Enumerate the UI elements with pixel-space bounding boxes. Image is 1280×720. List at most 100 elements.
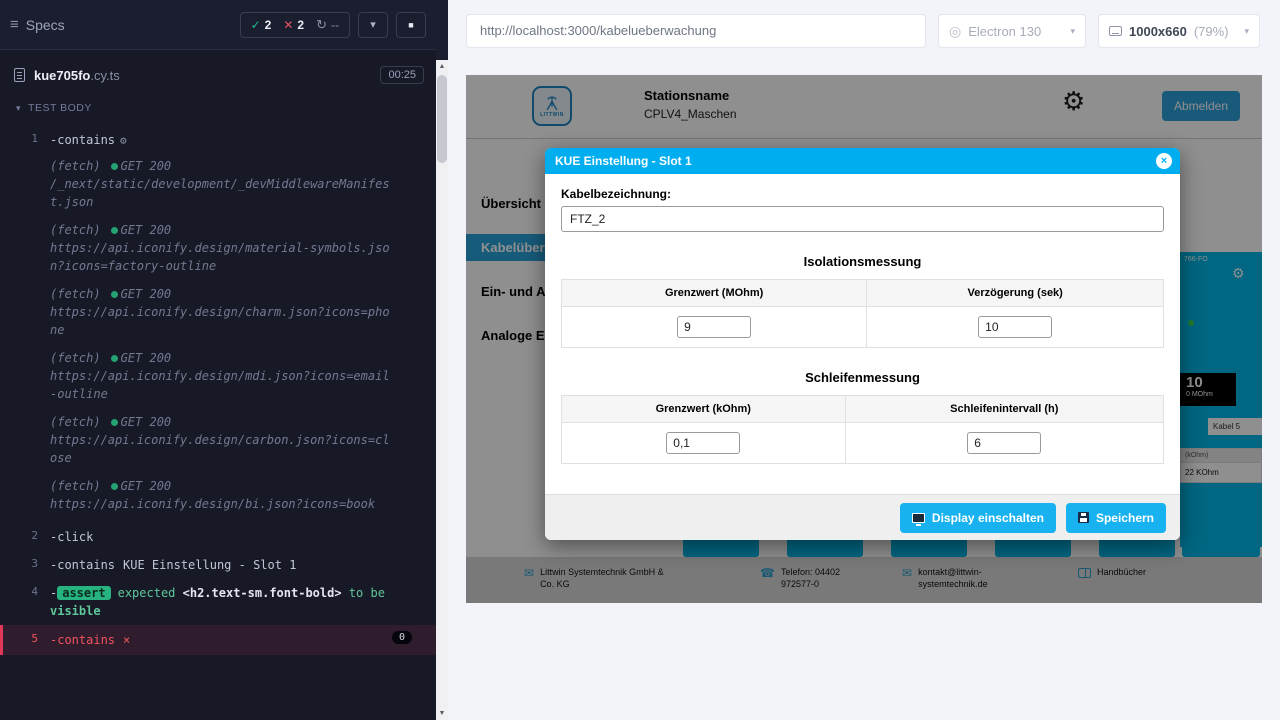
check-icon: ✓ <box>251 18 261 32</box>
fetch-url: https://api.iconify.design/material-symb… <box>50 239 395 275</box>
col-verzoegerung: Verzögerung (sek) <box>867 280 1164 307</box>
command-number <box>0 221 50 275</box>
save-button-label: Speichern <box>1096 511 1154 525</box>
command-number: 5 <box>3 631 50 645</box>
grenzwert-mohm-input[interactable] <box>677 316 751 338</box>
fetch-label: (fetch) <box>50 287 101 301</box>
spec-ext: .cy.ts <box>90 68 119 83</box>
command-number: 3 <box>0 556 50 570</box>
kabelbezeichnung-label: Kabelbezeichnung: <box>561 187 1164 201</box>
close-icon[interactable]: × <box>1156 153 1172 169</box>
kue-settings-modal: KUE Einstellung - Slot 1 × Kabelbezeichn… <box>545 148 1180 540</box>
fetch-status: GET 200 <box>121 287 172 301</box>
scrollbar-thumb[interactable] <box>437 75 447 163</box>
assert-expected: expected <box>118 586 176 600</box>
fetch-log-row[interactable]: (fetch)GET 200 https://api.iconify.desig… <box>0 413 436 467</box>
fetch-url: /_next/static/development/_devMiddleware… <box>50 175 395 211</box>
modal-title: KUE Einstellung - Slot 1 <box>555 154 692 168</box>
isolationsmessung-heading: Isolationsmessung <box>561 254 1164 269</box>
viewport-selector[interactable]: 1000x660 (79%) ▾ <box>1098 14 1260 48</box>
command-name: -contains <box>50 558 115 572</box>
spec-list-icon: ≡ <box>10 16 19 33</box>
test-body-toggle[interactable]: ▾ TEST BODY <box>0 94 436 122</box>
fetch-label: (fetch) <box>50 479 101 493</box>
spec-header[interactable]: kue705fo.cy.ts 00:25 <box>0 50 436 94</box>
grenzwert-kohm-input[interactable] <box>666 432 740 454</box>
schleifenintervall-input[interactable] <box>967 432 1041 454</box>
status-dot <box>111 291 118 298</box>
specs-label: Specs <box>26 17 65 33</box>
command-row-contains[interactable]: 1 -contains⚙ <box>0 126 436 155</box>
url-bar[interactable]: http://localhost:3000/kabelueberwachung <box>466 14 926 48</box>
fetch-status: GET 200 <box>121 223 172 237</box>
gear-icon: ⚙ <box>120 134 127 147</box>
fetch-log-row[interactable]: (fetch) GET 200 https://api.iconify.desig… <box>0 285 436 339</box>
pending-count: -- <box>331 18 339 32</box>
fetch-status: GET 200 <box>121 351 172 365</box>
browser-selector[interactable]: ◎ Electron 130 ▾ <box>938 14 1086 48</box>
fetch-status: GET 200 <box>121 415 172 429</box>
command-name: -click <box>50 530 93 544</box>
browser-name: Electron 130 <box>968 24 1041 39</box>
fetch-url: https://api.iconify.design/carbon.json?i… <box>50 431 395 467</box>
fail-x-icon: × <box>123 633 130 647</box>
command-row-assert[interactable]: 4 -assertexpected <h2.text-sm.font-bold>… <box>0 579 436 625</box>
reporter-scrollbar[interactable]: ▲ ▼ <box>436 60 448 720</box>
isolationsmessung-table: Grenzwert (MOhm) Verzögerung (sek) <box>561 279 1164 348</box>
command-row-click[interactable]: 2 -click <box>0 523 436 551</box>
retry-count-badge: 0 <box>392 631 412 644</box>
passed-count: 2 <box>265 18 272 32</box>
fetch-url: https://api.iconify.design/mdi.json?icon… <box>50 367 395 403</box>
pending-stat: ↻ -- <box>316 17 339 33</box>
electron-icon: ◎ <box>949 23 961 40</box>
fetch-log-row[interactable]: (fetch)GET 200 /_next/static/development… <box>0 157 436 211</box>
chevron-down-icon: ▾ <box>16 103 21 114</box>
assert-to-be: to be <box>349 586 385 600</box>
command-number <box>0 157 50 211</box>
scrollbar-cap <box>436 0 448 60</box>
schleifenmessung-heading: Schleifenmessung <box>561 370 1164 385</box>
assert-state: visible <box>50 604 101 618</box>
command-row-contains-failed[interactable]: 5 -contains × 0 <box>0 625 436 655</box>
refresh-icon: ↻ <box>316 17 327 33</box>
fetch-log-row[interactable]: (fetch)GET 200 https://api.iconify.desig… <box>0 349 436 403</box>
command-number: 2 <box>0 528 50 542</box>
viewport-size: 1000x660 <box>1129 24 1187 39</box>
failed-stat: ✕2 <box>283 18 304 32</box>
status-dot <box>111 355 118 362</box>
fetch-log-row[interactable]: (fetch)GET 200 https://api.iconify.desig… <box>0 477 436 513</box>
table-cell <box>562 307 867 348</box>
assert-target: <h2.text-sm.font-bold> <box>183 586 342 600</box>
specs-menu-button[interactable]: ≡ Specs <box>10 16 65 33</box>
fetch-url: https://api.iconify.design/bi.json?icons… <box>50 495 395 513</box>
reporter-header: ≡ Specs ✓ 2 ✕2 ↻ -- ▾ ■ <box>0 0 436 50</box>
stop-button[interactable]: ■ <box>396 12 426 38</box>
status-dot <box>111 419 118 426</box>
command-number <box>0 413 50 467</box>
command-number <box>0 285 50 339</box>
command-name: -contains <box>50 633 115 647</box>
display-einschalten-button[interactable]: Display einschalten <box>900 503 1056 533</box>
modal-footer: Display einschalten Speichern <box>545 494 1180 540</box>
table-cell <box>562 423 846 464</box>
fetch-url: https://api.iconify.design/charm.json?ic… <box>50 303 395 339</box>
collapse-button[interactable]: ▾ <box>358 12 388 38</box>
kabelbezeichnung-input[interactable] <box>561 206 1164 232</box>
verzoegerung-input[interactable] <box>978 316 1052 338</box>
command-number <box>0 349 50 403</box>
fetch-log-row[interactable]: (fetch) GET 200 https://api.iconify.desig… <box>0 221 436 275</box>
command-number <box>0 477 50 513</box>
spec-time-badge: 00:25 <box>380 66 424 84</box>
command-row-contains[interactable]: 3 -contains KUE Einstellung - Slot 1 <box>0 551 436 579</box>
scroll-up-icon[interactable]: ▲ <box>436 60 448 73</box>
speichern-button[interactable]: Speichern <box>1066 503 1166 533</box>
x-icon: ✕ <box>283 18 293 32</box>
table-cell <box>867 307 1164 348</box>
viewport-zoom: (79%) <box>1194 24 1229 39</box>
viewport-icon <box>1109 26 1122 36</box>
command-message: KUE Einstellung - Slot 1 <box>123 558 296 572</box>
fetch-label: (fetch) <box>50 223 101 237</box>
modal-header: KUE Einstellung - Slot 1 × <box>545 148 1180 174</box>
chevron-down-icon: ▾ <box>1244 26 1249 37</box>
scroll-down-icon[interactable]: ▼ <box>436 707 448 720</box>
